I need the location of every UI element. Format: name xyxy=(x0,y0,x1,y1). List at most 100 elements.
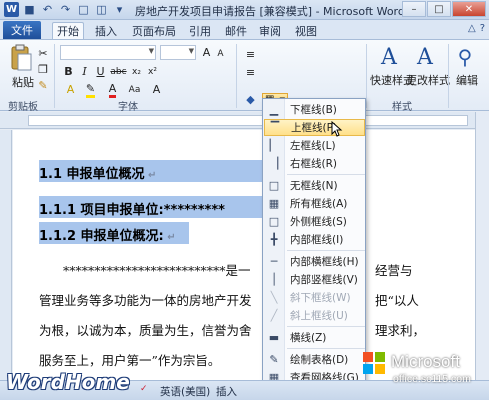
microsoft-watermark: Microsoft xyxy=(391,352,460,371)
vertical-scrollbar[interactable] xyxy=(475,112,489,380)
title-bar: W ■ ↶ ↷ □ ◫ ▾ 房地产开发项目申请报告 [兼容模式] - Micro… xyxy=(0,0,489,20)
save-icon[interactable]: ■ xyxy=(22,2,37,17)
grow-font-icon[interactable]: A xyxy=(200,46,213,59)
separator xyxy=(448,44,449,108)
paragraph-mark-icon: ↵ xyxy=(163,232,176,243)
character-border-icon[interactable]: A xyxy=(150,83,163,96)
menu-item-top-border[interactable]: ▔ 上框线(P) xyxy=(264,119,365,136)
format-painter-icon[interactable]: ✎ xyxy=(36,78,50,92)
tab-insert[interactable]: 插入 xyxy=(90,22,122,39)
close-button[interactable]: ✕ xyxy=(452,1,486,17)
minimize-ribbon-icon[interactable]: △ xyxy=(468,23,476,34)
paragraph-line[interactable]: 理求利， xyxy=(375,320,425,339)
vertical-ruler[interactable] xyxy=(0,130,12,380)
paste-icon[interactable] xyxy=(9,44,33,74)
font-size-combo[interactable]: ▼ xyxy=(160,45,196,60)
tab-view[interactable]: 视图 xyxy=(292,22,320,39)
menu-item-label: 所有框线(A) xyxy=(290,198,348,210)
menu-item-right-border[interactable]: ▕ 右框线(R) xyxy=(264,155,365,172)
left-border-icon: ▏ xyxy=(269,139,279,152)
align-left-icon[interactable]: ≡ xyxy=(244,66,257,79)
word-logo-icon[interactable]: W xyxy=(4,2,19,17)
proofing-icon[interactable]: ✓ xyxy=(140,384,148,394)
inside-horizontal-border-icon: ─ xyxy=(270,255,278,268)
insert-mode-indicator[interactable]: 插入 xyxy=(216,384,237,399)
menu-item-all-borders[interactable]: ▦ 所有框线(A) xyxy=(264,195,365,212)
tab-review[interactable]: 审阅 xyxy=(256,22,284,39)
tab-home[interactable]: 开始 xyxy=(52,22,84,39)
menu-item-label: 无框线(N) xyxy=(290,180,338,192)
shrink-font-icon[interactable]: A xyxy=(214,47,227,60)
editing-button[interactable]: 编辑 xyxy=(456,72,478,88)
no-border-icon: □ xyxy=(268,179,280,192)
minimize-button[interactable]: – xyxy=(402,1,426,17)
menu-item-label: 绘制表格(D) xyxy=(290,354,349,366)
separator xyxy=(236,44,237,108)
heading-1-1[interactable]: 1.1 申报单位概况 ↵ xyxy=(39,160,263,182)
bullets-icon[interactable]: ≡ xyxy=(244,48,257,61)
undo-icon[interactable]: ↶ xyxy=(40,2,55,17)
strikethrough-icon[interactable]: abc xyxy=(110,65,126,78)
subscript-icon[interactable]: x₂ xyxy=(130,65,143,78)
help-icon[interactable]: ? xyxy=(480,23,485,34)
outside-borders-icon: □ xyxy=(268,215,280,228)
shading-icon[interactable]: ◆ xyxy=(244,93,257,106)
change-styles-button[interactable]: 更改样式 xyxy=(406,72,450,88)
document-page[interactable]: 1.1 申报单位概况 ↵ 1.1.1 项目申报单位:********* 1.1.… xyxy=(13,130,475,380)
menu-item-inside-borders[interactable]: ╋ 内部框线(I) xyxy=(264,231,365,248)
heading-1-1-1[interactable]: 1.1.1 项目申报单位:********* xyxy=(39,196,275,218)
diagonal-up-border-icon: ╱ xyxy=(270,309,278,322)
paragraph-line[interactable]: 把“以人 xyxy=(375,290,419,309)
mouse-pointer-icon xyxy=(331,121,343,137)
heading-1-1-2[interactable]: 1.1.2 申报单位概况: ↵ xyxy=(39,222,189,244)
menu-item-outside-borders[interactable]: □ 外侧框线(S) xyxy=(264,213,365,230)
horizontal-ruler[interactable] xyxy=(0,112,489,129)
menu-separator xyxy=(287,174,365,175)
menu-item-horizontal-line[interactable]: ▬ 横线(Z) xyxy=(264,329,365,346)
menu-item-left-border[interactable]: ▏ 左框线(L) xyxy=(264,137,365,154)
change-styles-icon[interactable]: A xyxy=(412,44,438,70)
menu-item-draw-table[interactable]: ✎ 绘制表格(D) xyxy=(264,351,365,368)
underline-button[interactable]: U xyxy=(94,65,107,78)
separator xyxy=(54,44,55,108)
paragraph-line[interactable]: 服务至上，用户第一”作为宗旨。 xyxy=(39,350,220,369)
tab-references[interactable]: 引用 xyxy=(186,22,214,39)
cut-icon[interactable]: ✂ xyxy=(36,46,50,60)
new-document-icon[interactable]: □ xyxy=(76,2,91,17)
menu-separator xyxy=(287,348,365,349)
open-icon[interactable]: ◫ xyxy=(94,2,109,17)
maximize-button[interactable]: □ xyxy=(427,1,451,17)
copy-icon[interactable]: ❐ xyxy=(36,62,50,76)
tab-file[interactable]: 文件 xyxy=(3,21,41,39)
ribbon-options: △ ? xyxy=(468,23,485,34)
menu-item-no-border[interactable]: □ 无框线(N) xyxy=(264,177,365,194)
italic-button[interactable]: I xyxy=(78,65,91,78)
font-color-icon[interactable]: A xyxy=(106,82,119,98)
paragraph-line[interactable]: 为根，以诚为本，质量为生，信誉为舍 xyxy=(39,320,252,339)
text-effects-icon[interactable]: A xyxy=(64,83,77,96)
quick-styles-icon[interactable]: A xyxy=(376,44,402,70)
heading-text: 1.1.1 项目申报单位:********* xyxy=(39,203,225,218)
menu-item-label: 外侧框线(S) xyxy=(290,216,347,228)
paste-button[interactable]: 粘贴 xyxy=(12,74,34,90)
find-icon[interactable]: ⚲ xyxy=(452,44,478,70)
tab-mailings[interactable]: 邮件 xyxy=(222,22,250,39)
menu-item-label: 斜下框线(W) xyxy=(290,292,351,304)
menu-item-inside-vertical-border[interactable]: │ 内部竖框线(V) xyxy=(264,271,365,288)
chevron-down-icon: ▼ xyxy=(148,47,154,55)
font-name-combo[interactable]: ▼ xyxy=(60,45,156,60)
bold-button[interactable]: B xyxy=(62,65,75,78)
highlight-color-icon[interactable]: ✎ xyxy=(84,82,97,98)
tab-page-layout[interactable]: 页面布局 xyxy=(128,22,180,39)
site-watermark: office.sc115.com xyxy=(393,373,471,385)
paragraph-line[interactable]: 经营与 xyxy=(375,260,413,279)
customize-qat-icon[interactable]: ▾ xyxy=(112,2,127,17)
menu-item-inside-horizontal-border[interactable]: ─ 内部横框线(H) xyxy=(264,253,365,270)
paragraph-line[interactable]: **************************是一 xyxy=(63,260,251,279)
menu-item-bottom-border[interactable]: ▁ 下框线(B) xyxy=(264,101,365,118)
paragraph-line[interactable]: 管理业务等多功能为一体的房地产开发 xyxy=(39,290,252,309)
redo-icon[interactable]: ↷ xyxy=(58,2,73,17)
superscript-icon[interactable]: x² xyxy=(146,65,159,78)
change-case-icon[interactable]: Aa xyxy=(128,83,141,96)
language-indicator[interactable]: 英语(美国) xyxy=(160,384,210,399)
